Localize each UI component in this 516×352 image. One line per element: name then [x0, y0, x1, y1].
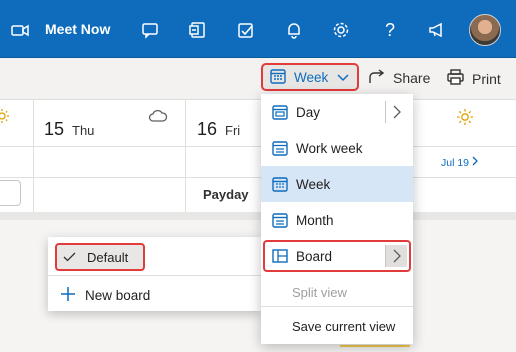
board-default-item[interactable]: Default [55, 243, 145, 271]
day-number[interactable]: 16 [197, 119, 217, 140]
save-current-view-button[interactable]: Save current view [292, 319, 395, 334]
view-option-label: Month [296, 212, 334, 228]
megaphone-icon[interactable] [427, 20, 447, 40]
view-switcher-button[interactable]: Week [261, 63, 359, 91]
event-payday[interactable]: Payday [203, 187, 249, 202]
chevron-right-icon [472, 156, 478, 169]
view-option-split-view: Split view [292, 285, 347, 300]
checkmark-icon [63, 250, 76, 265]
sun-icon [456, 108, 474, 131]
day-name: Fri [225, 123, 241, 138]
allday-event-box[interactable] [0, 180, 21, 206]
menu-divider [48, 275, 261, 276]
view-option-week[interactable]: Week [261, 166, 413, 202]
office-icon[interactable] [188, 20, 208, 40]
plus-icon [60, 286, 76, 305]
share-button[interactable]: Share [369, 69, 430, 87]
new-board-label: New board [85, 288, 151, 303]
outlook-calendar-window: Meet Now ? Week Share Print 15 Thu 16 Fr… [0, 0, 516, 352]
meet-now-button[interactable]: Meet Now [45, 21, 110, 37]
command-bar [0, 58, 516, 100]
chevron-right-icon[interactable] [385, 101, 407, 123]
allday-separator [0, 212, 516, 220]
day-number[interactable]: 15 [44, 119, 64, 140]
menu-divider [261, 306, 413, 307]
bell-icon[interactable] [284, 20, 304, 40]
print-label: Print [472, 70, 501, 87]
chat-icon[interactable] [140, 20, 160, 40]
allday-divider [0, 177, 516, 178]
printer-icon [447, 69, 464, 88]
help-icon[interactable]: ? [380, 20, 400, 40]
chevron-down-icon [337, 70, 349, 85]
sun-icon [0, 108, 14, 129]
view-option-label: Work week [296, 140, 363, 156]
cloud-icon [148, 109, 168, 128]
calendar-week-icon [271, 175, 289, 193]
view-option-label: Week [296, 176, 331, 192]
new-board-item[interactable]: New board [60, 286, 150, 305]
header-divider [0, 146, 516, 147]
avatar[interactable] [469, 14, 501, 46]
day-name: Thu [72, 123, 95, 138]
todo-icon[interactable] [236, 20, 256, 40]
next-week-link[interactable]: Jul 19 [441, 156, 478, 169]
next-week-label: Jul 19 [441, 156, 470, 169]
view-option-label: Day [296, 104, 321, 120]
top-app-bar: Meet Now ? [0, 0, 516, 58]
view-switcher-label: Week [294, 69, 329, 85]
calendar-month-icon [271, 211, 289, 229]
print-button[interactable]: Print [447, 69, 501, 88]
day-divider [185, 100, 186, 215]
video-icon[interactable] [10, 20, 30, 40]
view-option-month[interactable]: Month [261, 202, 413, 238]
view-option-work-week[interactable]: Work week [261, 130, 413, 166]
share-label: Share [393, 70, 431, 86]
day-divider [33, 100, 34, 215]
calendar-work-week-icon [271, 139, 289, 157]
board-option-highlight [263, 240, 411, 272]
calendar-view-icon [270, 68, 286, 87]
event-marker [340, 345, 410, 347]
board-default-label: Default [87, 249, 129, 265]
calendar-day-icon [271, 103, 289, 121]
share-icon [369, 69, 386, 87]
gear-icon[interactable] [331, 20, 351, 40]
